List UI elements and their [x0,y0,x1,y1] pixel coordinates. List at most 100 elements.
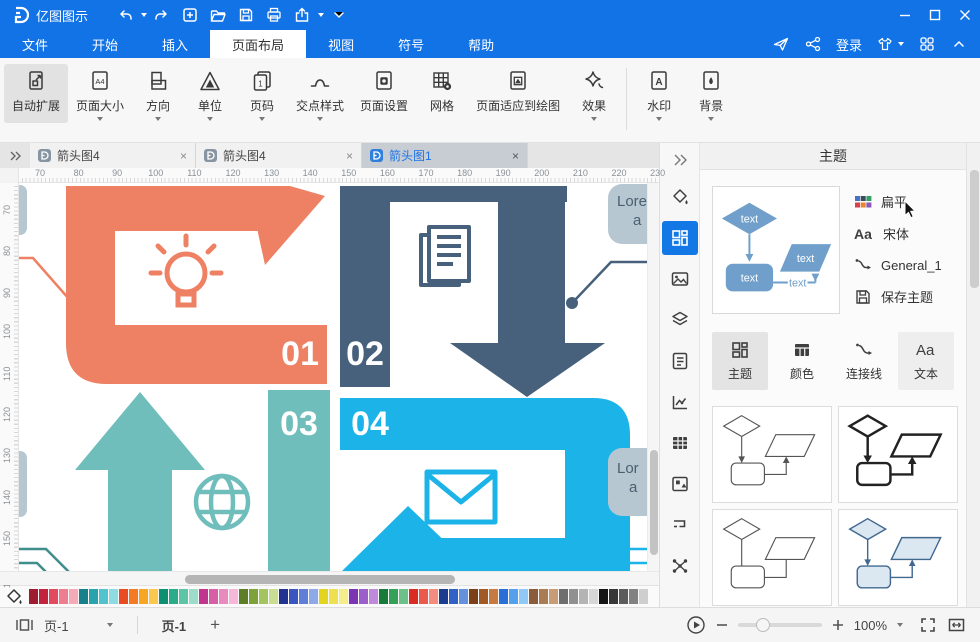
panel-scrollbar[interactable] [966,143,980,607]
color-swatch[interactable] [129,589,138,604]
zoom-caret[interactable] [897,623,903,627]
chart-panel-icon[interactable] [662,385,698,419]
color-swatch[interactable] [329,589,338,604]
page-size-caret[interactable] [97,117,103,121]
color-swatch[interactable] [339,589,348,604]
redo-button[interactable] [149,3,175,27]
background-caret[interactable] [708,117,714,121]
fullscreen-button[interactable] [919,616,937,634]
components-panel-icon[interactable] [662,467,698,501]
menu-home[interactable]: 开始 [70,30,140,58]
canvas-horizontal-scrollbar[interactable] [0,571,659,585]
color-swatch[interactable] [589,589,598,604]
close-button[interactable] [950,0,980,30]
color-swatch[interactable] [189,589,198,604]
color-swatch[interactable] [209,589,218,604]
watermark-caret[interactable] [656,117,662,121]
skin-dropdown-caret[interactable] [898,42,904,46]
color-swatch[interactable] [399,589,408,604]
doc-tab-close-icon[interactable]: × [180,149,187,163]
canvas-vertical-scrollbar[interactable] [647,183,659,571]
panel-collapse-button[interactable] [662,147,698,173]
new-document-button[interactable] [177,3,203,27]
ribbon-auto-expand-button[interactable]: 自动扩展 [4,64,68,123]
color-swatch[interactable] [179,589,188,604]
color-swatch[interactable] [439,589,448,604]
color-swatch[interactable] [539,589,548,604]
doc-tab-3-active[interactable]: 箭头图1 × [362,143,528,168]
color-swatch[interactable] [119,589,128,604]
ribbon-page-setup-button[interactable]: 页面设置 [352,64,416,123]
undo-dropdown-caret[interactable] [141,13,147,17]
color-swatch[interactable] [319,589,328,604]
menu-file[interactable]: 文件 [0,30,70,58]
minimize-button[interactable] [890,0,920,30]
zoom-in-button[interactable] [832,619,844,631]
color-swatch[interactable] [489,589,498,604]
color-swatch[interactable] [299,589,308,604]
color-swatch[interactable] [69,589,78,604]
color-swatch[interactable] [469,589,478,604]
color-swatch[interactable] [459,589,468,604]
units-caret[interactable] [207,117,213,121]
color-swatch[interactable] [429,589,438,604]
skin-tshirt-icon[interactable] [876,35,904,53]
notes-panel-icon[interactable] [662,344,698,378]
color-swatch[interactable] [509,589,518,604]
export-button[interactable] [289,3,315,27]
theme-panel-button-active[interactable] [662,221,698,255]
color-swatch[interactable] [569,589,578,604]
collapse-ribbon-icon[interactable] [950,35,968,53]
color-swatch[interactable] [219,589,228,604]
fill-tool-icon[interactable] [662,180,698,214]
undo-button[interactable] [112,3,138,27]
color-swatch[interactable] [49,589,58,604]
print-button[interactable] [261,3,287,27]
layers-panel-icon[interactable] [662,303,698,337]
page-overview-icon[interactable] [14,616,34,634]
color-swatch[interactable] [479,589,488,604]
open-file-button[interactable] [205,3,231,27]
step-03-shape[interactable]: 03 [75,390,330,571]
color-swatch[interactable] [559,589,568,604]
color-swatch[interactable] [379,589,388,604]
ribbon-background-button[interactable]: 背景 [685,64,737,123]
theme-template-thin[interactable] [712,406,832,503]
color-swatch[interactable] [609,589,618,604]
color-swatch[interactable] [349,589,358,604]
color-swatch[interactable] [409,589,418,604]
tab-scroll-left-button[interactable] [0,143,30,168]
color-swatch[interactable] [389,589,398,604]
color-swatch[interactable] [309,589,318,604]
fit-width-button[interactable] [947,616,966,634]
ribbon-junction-style-button[interactable]: 交点样式 [288,64,352,123]
color-swatch[interactable] [99,589,108,604]
color-swatch[interactable] [499,589,508,604]
doc-tab-close-icon[interactable]: × [512,149,519,163]
color-swatch[interactable] [79,589,88,604]
theme-font-option[interactable]: Aa 宋体 [854,224,942,243]
color-swatch[interactable] [149,589,158,604]
page-selector-caret[interactable] [107,623,113,627]
junction-style-caret[interactable] [317,117,323,121]
color-swatch[interactable] [369,589,378,604]
save-theme-option[interactable]: 保存主题 [854,287,942,306]
color-swatch[interactable] [259,589,268,604]
color-swatch[interactable] [519,589,528,604]
ribbon-fit-page-to-drawing-button[interactable]: 页面适应到绘图 [468,64,568,123]
zoom-slider-thumb[interactable] [756,618,770,632]
doc-tab-1[interactable]: 箭头图4 × [30,143,196,168]
theme-template-plain[interactable] [712,509,832,606]
apps-grid-icon[interactable] [918,35,936,53]
save-button[interactable] [233,3,259,27]
maximize-button[interactable] [920,0,950,30]
zoom-value[interactable]: 100% [854,618,887,633]
ribbon-grid-button[interactable]: 网格 [416,64,468,123]
callout-middle[interactable]: Lor a [608,448,647,516]
ribbon-page-number-button[interactable]: 1 页码 [236,64,288,123]
callout-top[interactable]: Lore a [608,184,647,244]
color-swatch[interactable] [579,589,588,604]
menu-page-layout[interactable]: 页面布局 [210,30,306,58]
effects-caret[interactable] [591,117,597,121]
tab-connectors[interactable]: 连接线 [836,332,892,390]
